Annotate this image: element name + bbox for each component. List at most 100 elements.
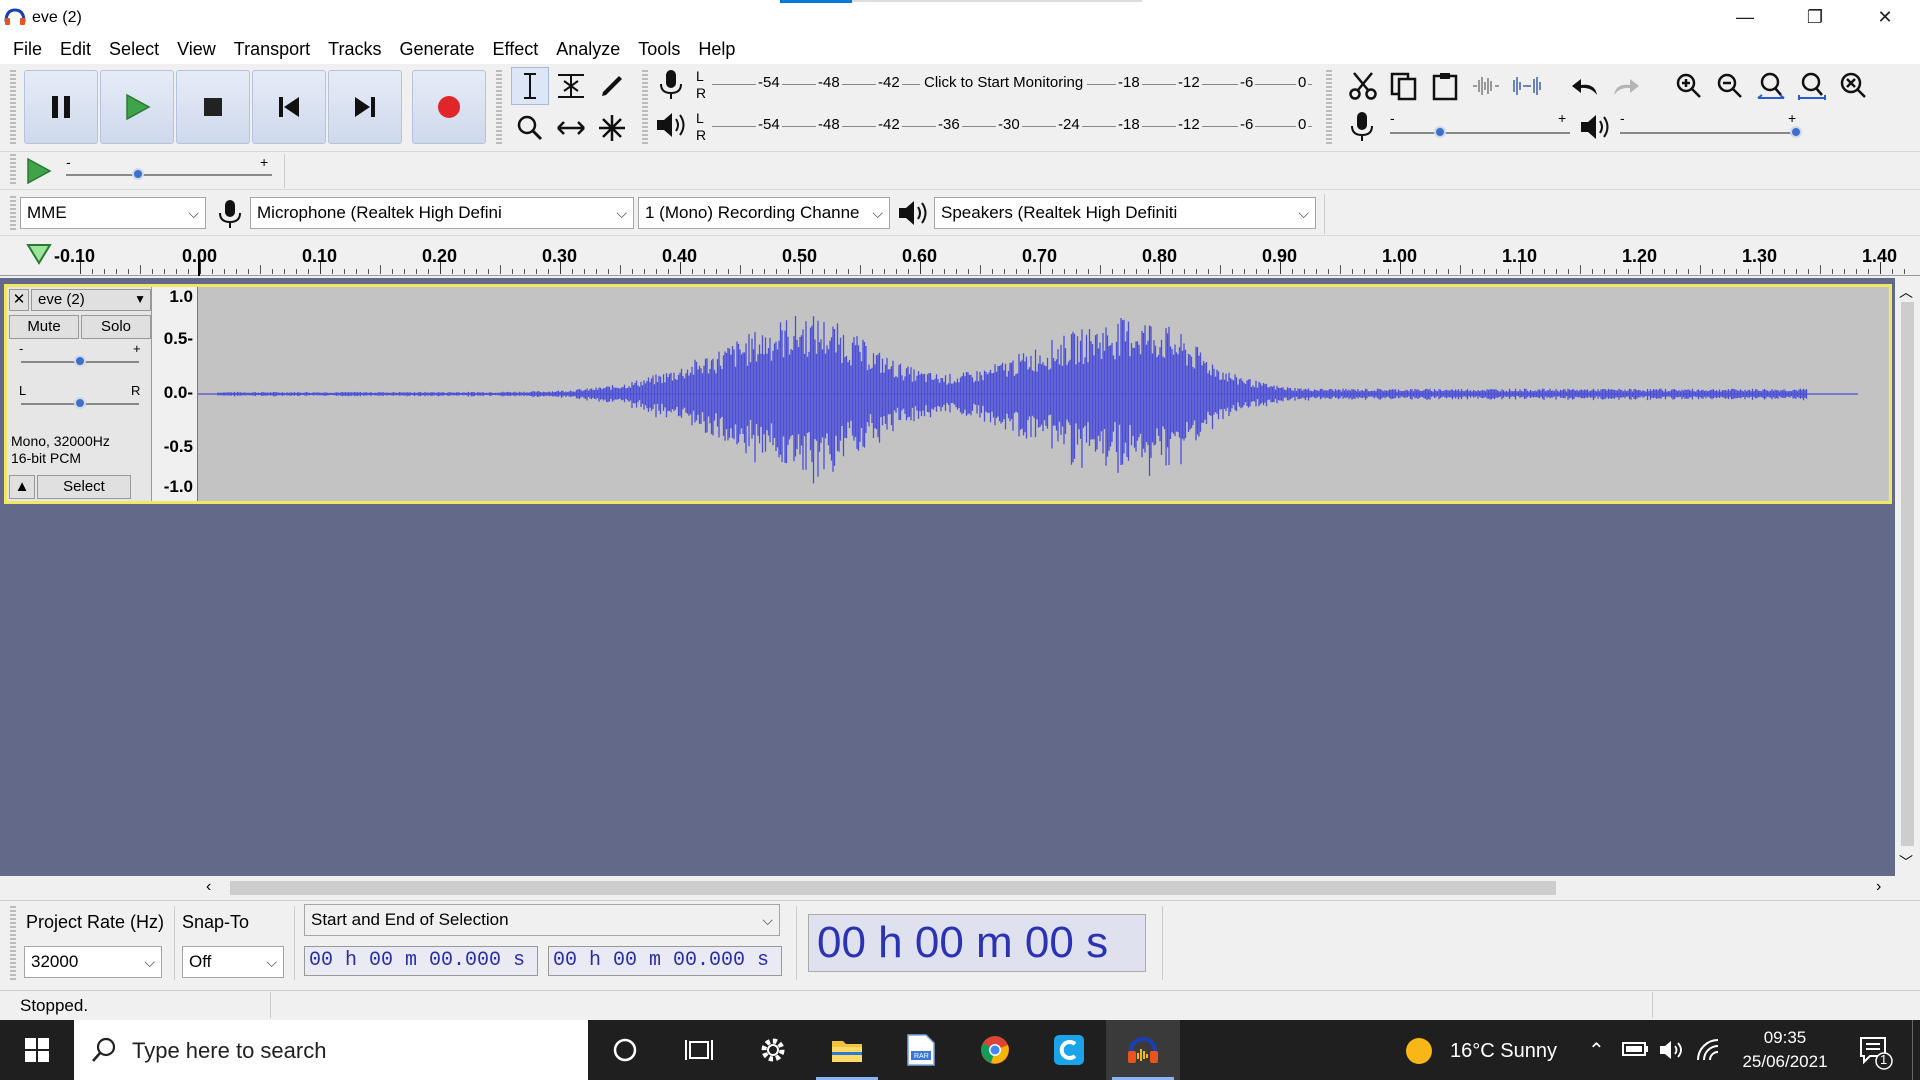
pan-thumb[interactable]	[74, 397, 86, 409]
record-meter[interactable]: -54 -48 -42 Click to Start Monitoring -1…	[712, 74, 1312, 96]
menu-file[interactable]: File	[4, 34, 51, 64]
playback-device-select[interactable]: Speakers (Realtek High Definiti ⌵	[934, 197, 1316, 229]
recording-device-select[interactable]: Microphone (Realtek High Defini ⌵	[250, 197, 634, 229]
selection-grip[interactable]	[10, 906, 16, 980]
gain-slider[interactable]: - +	[19, 341, 143, 375]
amplitude-ruler[interactable]: 1.0 0.5- 0.0- -0.5 -1.0	[152, 287, 198, 501]
tools-grip[interactable]	[496, 70, 502, 146]
fit-selection-button[interactable]	[1752, 67, 1790, 105]
selection-tool-button[interactable]	[511, 67, 549, 105]
audio-host-select[interactable]: MME ⌵	[20, 197, 206, 229]
horizontal-scroll-thumb[interactable]	[230, 881, 1556, 895]
paste-button[interactable]	[1426, 67, 1464, 105]
vertical-scroll-thumb[interactable]	[1901, 302, 1914, 846]
file-explorer-button[interactable]	[810, 1020, 884, 1080]
snap-to-select[interactable]: Off ⌵	[182, 946, 284, 978]
meter-grip[interactable]	[642, 70, 648, 146]
waveform-area[interactable]	[198, 287, 1888, 501]
menu-effect[interactable]: Effect	[484, 34, 548, 64]
restore-button[interactable]: ❐	[1780, 0, 1850, 34]
menu-transport[interactable]: Transport	[225, 34, 319, 64]
draw-tool-button[interactable]	[593, 67, 631, 105]
menu-analyze[interactable]: Analyze	[547, 34, 629, 64]
timeline-ruler[interactable]: -0.10 0.00 0.10 0.20 0.30 0.40 0.50 0.60 0.70 0.8…	[0, 236, 1920, 276]
track-select-button[interactable]: Select	[37, 475, 131, 499]
show-hidden-icons-chevron-icon[interactable]: ⌃	[1588, 1038, 1605, 1063]
battery-icon[interactable]	[1622, 1040, 1650, 1063]
menu-help[interactable]: Help	[689, 34, 744, 64]
trim-audio-button[interactable]	[1467, 67, 1505, 105]
playback-meter[interactable]: -54 -48 -42 -36 -30 -24 -18 -12 -6 0	[712, 116, 1312, 138]
selection-start-time[interactable]: 00 h 00 m 00.000 s	[304, 946, 538, 976]
envelope-tool-button[interactable]	[552, 67, 590, 105]
task-view-button[interactable]	[662, 1020, 736, 1080]
ccleaner-button[interactable]	[1032, 1020, 1106, 1080]
weather-sun-icon[interactable]	[1404, 1036, 1434, 1071]
stop-button[interactable]	[176, 70, 250, 144]
project-rate-select[interactable]: 32000 ⌵	[24, 946, 162, 978]
close-button[interactable]: ✕	[1850, 0, 1920, 34]
menu-tracks[interactable]: Tracks	[319, 34, 390, 64]
zoom-tool-button[interactable]	[511, 109, 549, 147]
multi-tool-button[interactable]	[593, 109, 631, 147]
solo-button[interactable]: Solo	[81, 315, 151, 339]
scroll-left-icon[interactable]: ‹	[206, 878, 211, 896]
skip-to-end-button[interactable]	[328, 70, 402, 144]
scroll-up-icon[interactable]: ︿	[1899, 282, 1913, 302]
weather-text[interactable]: 16°C Sunny	[1450, 1040, 1557, 1063]
pause-button[interactable]	[24, 70, 98, 144]
zoom-out-button[interactable]	[1711, 67, 1749, 105]
silence-audio-button[interactable]	[1508, 67, 1546, 105]
undo-button[interactable]	[1566, 67, 1604, 105]
menu-generate[interactable]: Generate	[390, 34, 483, 64]
recording-volume-slider[interactable]: - +	[1390, 110, 1570, 140]
play-button[interactable]	[100, 70, 174, 144]
chrome-button[interactable]	[958, 1020, 1032, 1080]
redo-button[interactable]	[1607, 67, 1645, 105]
pan-slider[interactable]: L R	[19, 383, 143, 417]
transport-grip[interactable]	[10, 70, 16, 146]
gain-thumb[interactable]	[74, 355, 86, 367]
fit-project-button[interactable]	[1793, 67, 1831, 105]
vertical-scrollbar[interactable]: ︿ ﹀	[1895, 278, 1920, 876]
device-grip[interactable]	[10, 196, 16, 230]
recording-channels-select[interactable]: 1 (Mono) Recording Channe ⌵	[638, 197, 890, 229]
menu-edit[interactable]: Edit	[51, 34, 100, 64]
click-to-start-monitoring[interactable]: Click to Start Monitoring	[920, 74, 1088, 91]
volume-icon[interactable]	[1658, 1038, 1686, 1067]
cut-button[interactable]	[1344, 67, 1382, 105]
zoom-in-button[interactable]	[1670, 67, 1708, 105]
minimize-button[interactable]: —	[1710, 0, 1780, 34]
selection-end-time[interactable]: 00 h 00 m 00.000 s	[548, 946, 782, 976]
audio-position-display[interactable]: 00 h 00 m 00 s	[808, 914, 1146, 972]
track-name-menu[interactable]: eve (2) ▼	[31, 289, 151, 311]
menu-view[interactable]: View	[168, 34, 225, 64]
playback-meter-speaker-icon[interactable]	[654, 110, 686, 145]
play-speed-slider[interactable]: - +	[66, 154, 272, 184]
horizontal-scrollbar[interactable]: ‹ ›	[200, 876, 1895, 900]
rec-volume-thumb[interactable]	[1434, 126, 1447, 138]
menu-tools[interactable]: Tools	[629, 34, 689, 64]
record-meter-mic-icon[interactable]	[656, 68, 686, 107]
winrar-button[interactable]: RAR	[884, 1020, 958, 1080]
collapse-track-button[interactable]: ▲	[9, 475, 35, 499]
mute-button[interactable]: Mute	[9, 315, 79, 339]
time-shift-tool-button[interactable]	[552, 109, 590, 147]
record-button[interactable]	[412, 70, 486, 144]
scroll-down-icon[interactable]: ﹀	[1899, 852, 1913, 872]
wifi-icon[interactable]	[1696, 1038, 1724, 1067]
notifications-button[interactable]: 1	[1858, 1034, 1894, 1075]
play-at-speed-button[interactable]	[24, 156, 54, 191]
play-at-speed-grip[interactable]	[10, 154, 16, 186]
taskbar-clock[interactable]: 09:35 25/06/2021	[1740, 1026, 1830, 1074]
copy-button[interactable]	[1385, 67, 1423, 105]
cortana-button[interactable]	[588, 1020, 662, 1080]
show-desktop-button[interactable]	[1912, 1020, 1920, 1080]
audacity-taskbar-button[interactable]	[1106, 1020, 1180, 1080]
zoom-toggle-button[interactable]	[1834, 67, 1872, 105]
selection-mode-select[interactable]: Start and End of Selection ⌵	[304, 904, 780, 936]
playback-volume-slider[interactable]: - +	[1620, 110, 1803, 140]
scroll-right-icon[interactable]: ›	[1876, 878, 1881, 896]
skip-to-start-button[interactable]	[252, 70, 326, 144]
track-close-button[interactable]: ✕	[9, 289, 29, 311]
